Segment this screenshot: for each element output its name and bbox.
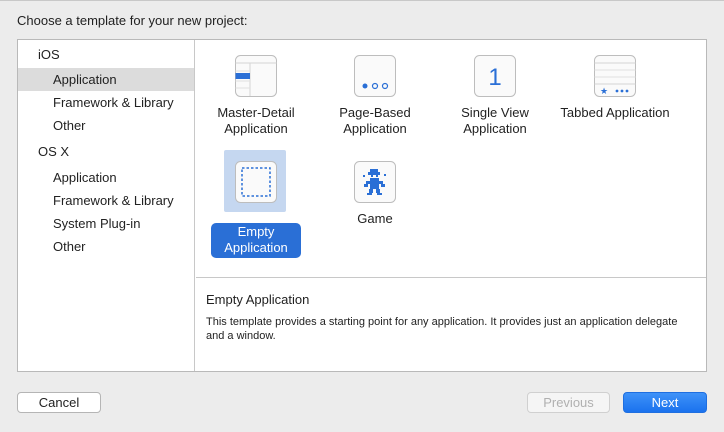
sidebar-item-osx-framework-library[interactable]: Framework & Library xyxy=(18,189,194,212)
sidebar-group-osx: OS X xyxy=(38,144,70,159)
sidebar-item-ios-other[interactable]: Other xyxy=(18,114,194,137)
sidebar-item-ios-application[interactable]: Application xyxy=(18,68,194,91)
tabbed-icon: ★ xyxy=(593,54,637,98)
platform-sidebar: iOS Application Framework & Library Othe… xyxy=(18,40,195,371)
single-view-icon-text: 1 xyxy=(488,64,501,91)
template-game[interactable]: Game xyxy=(315,160,435,250)
template-page-based[interactable]: Page-Based Application xyxy=(315,54,435,144)
template-single-view[interactable]: 1 Single View Application xyxy=(435,54,555,144)
template-label: Empty Application xyxy=(211,223,301,258)
description-text: This template provides a starting point … xyxy=(206,316,678,342)
sidebar-item-osx-application[interactable]: Application xyxy=(18,166,194,189)
cancel-button[interactable]: Cancel xyxy=(17,392,101,413)
description-title: Empty Application xyxy=(206,292,310,307)
empty-app-icon xyxy=(234,160,278,204)
template-label: Game xyxy=(357,211,393,226)
window-top-border xyxy=(0,0,724,1)
single-view-icon: 1 xyxy=(473,54,517,98)
template-grid: Master-Detail Application Page-Based App… xyxy=(196,40,706,277)
template-tabbed[interactable]: ★ Tabbed Application xyxy=(555,54,675,144)
template-chooser-panel: iOS Application Framework & Library Othe… xyxy=(17,39,707,372)
template-label: Single View Application xyxy=(461,105,529,136)
previous-button[interactable]: Previous xyxy=(527,392,610,413)
sidebar-item-osx-system-plugin[interactable]: System Plug-in xyxy=(18,212,194,235)
description-divider xyxy=(196,277,706,278)
template-label: Page-Based Application xyxy=(339,105,411,136)
sidebar-group-ios: iOS xyxy=(38,47,60,62)
page-title: Choose a template for your new project: xyxy=(17,13,248,28)
master-detail-icon xyxy=(234,54,278,98)
svg-text:★: ★ xyxy=(600,86,608,96)
next-button[interactable]: Next xyxy=(623,392,707,413)
template-empty-application[interactable]: Empty Application xyxy=(196,150,316,258)
template-label: Master-Detail Application xyxy=(217,105,295,136)
sidebar-item-ios-framework-library[interactable]: Framework & Library xyxy=(18,91,194,114)
page-based-icon xyxy=(353,54,397,98)
sidebar-item-osx-other[interactable]: Other xyxy=(18,235,194,258)
template-master-detail[interactable]: Master-Detail Application xyxy=(196,54,316,144)
template-label: Tabbed Application xyxy=(560,105,670,120)
game-icon xyxy=(353,160,397,204)
